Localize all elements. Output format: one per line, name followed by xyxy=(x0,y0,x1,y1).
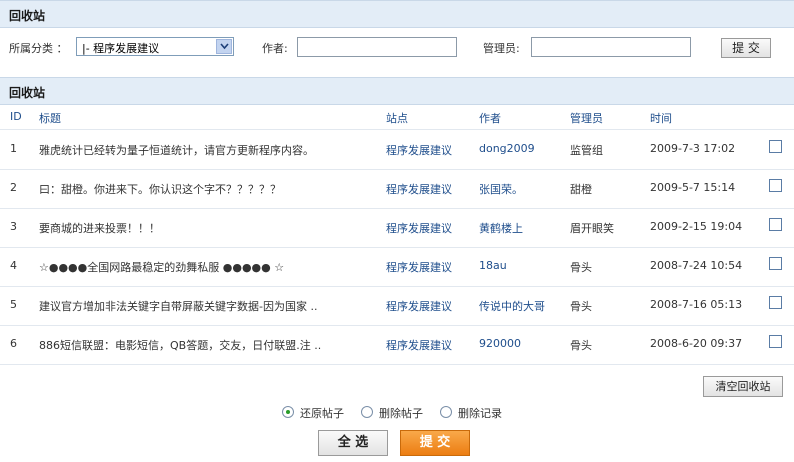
radio-selected-dot xyxy=(286,410,290,414)
row-author-link[interactable]: 传说中的大哥 xyxy=(479,298,545,314)
row-id: 2 xyxy=(10,181,17,194)
header-id: ID xyxy=(10,110,22,123)
radio-restore-label[interactable]: 还原帖子 xyxy=(300,405,344,421)
table-row: 6 886短信联盟：电影短信，QB答题，交友，日付联盟.注 .. 程序发展建议 … xyxy=(0,325,794,365)
filter-form: 所属分类 ： |- 程序发展建议 作者: 管理员: 提 交 xyxy=(0,27,794,71)
row-author-link[interactable]: 18au xyxy=(479,259,507,272)
row-time: 2008-6-20 09:37 xyxy=(650,337,743,350)
table-row: 1 雅虎统计已经转为量子恒道统计，请官方更新程序内容。 程序发展建议 dong2… xyxy=(0,130,794,170)
radio-delete-record[interactable] xyxy=(440,406,452,418)
row-title[interactable]: 曰：甜橙。你进来下。你认识这个字不？？？？？ xyxy=(39,181,281,197)
radio-restore[interactable] xyxy=(282,406,294,418)
section-title-top: 回收站 xyxy=(9,9,46,23)
row-admin: 骨头 xyxy=(570,261,592,274)
row-checkbox[interactable] xyxy=(769,335,782,348)
row-time: 2009-2-15 19:04 xyxy=(650,220,743,233)
section-bar-top: 回收站 xyxy=(0,0,794,28)
row-id: 4 xyxy=(10,259,17,272)
row-title[interactable]: 要商城的进来投票！！！ xyxy=(39,220,160,236)
table-row: 5 建议官方增加非法关键字自带屏蔽关键字数据-因为国家 .. 程序发展建议 传说… xyxy=(0,286,794,326)
row-site-link[interactable]: 程序发展建议 xyxy=(386,298,452,314)
author-label: 作者: xyxy=(262,42,288,55)
row-id: 1 xyxy=(10,142,17,155)
row-checkbox[interactable] xyxy=(769,257,782,270)
row-checkbox[interactable] xyxy=(769,140,782,153)
row-id: 3 xyxy=(10,220,17,233)
chevron-down-icon[interactable] xyxy=(216,39,232,54)
select-all-button[interactable]: 全 选 xyxy=(318,430,388,456)
author-input[interactable] xyxy=(297,37,457,57)
row-time: 2008-7-16 05:13 xyxy=(650,298,743,311)
submit-button[interactable]: 提 交 xyxy=(400,430,470,456)
row-author-link[interactable]: dong2009 xyxy=(479,142,535,155)
table-row: 2 曰：甜橙。你进来下。你认识这个字不？？？？？ 程序发展建议 张国荣。 甜橙 … xyxy=(0,169,794,209)
radio-delete-post[interactable] xyxy=(361,406,373,418)
row-title[interactable]: ☆●●●●全国网路最稳定的劲舞私服 ●●●●● ☆ xyxy=(39,259,284,275)
row-site-link[interactable]: 程序发展建议 xyxy=(386,337,452,353)
radio-delete-record-label[interactable]: 删除记录 xyxy=(458,405,502,421)
row-title[interactable]: 雅虎统计已经转为量子恒道统计，请官方更新程序内容。 xyxy=(39,142,314,158)
clear-recycle-bin-button[interactable]: 清空回收站 xyxy=(703,376,783,397)
row-id: 5 xyxy=(10,298,17,311)
section-title-list: 回收站 xyxy=(9,86,46,100)
row-author-link[interactable]: 张国荣。 xyxy=(479,181,523,197)
row-checkbox[interactable] xyxy=(769,296,782,309)
row-admin: 监管组 xyxy=(570,144,603,157)
row-site-link[interactable]: 程序发展建议 xyxy=(386,259,452,275)
filter-submit-button[interactable]: 提 交 xyxy=(721,38,771,58)
row-checkbox[interactable] xyxy=(769,218,782,231)
row-time: 2009-7-3 17:02 xyxy=(650,142,736,155)
row-author-link[interactable]: 920000 xyxy=(479,337,521,350)
section-bar-list: 回收站 xyxy=(0,77,794,105)
row-id: 6 xyxy=(10,337,17,350)
row-admin: 眉开眼笑 xyxy=(570,222,614,235)
admin-input[interactable] xyxy=(531,37,691,57)
row-admin: 骨头 xyxy=(570,339,592,352)
header-admin: 管理员 xyxy=(570,112,603,125)
row-admin: 骨头 xyxy=(570,300,592,313)
category-label: 所属分类 ： xyxy=(9,42,68,55)
row-title[interactable]: 建议官方增加非法关键字自带屏蔽关键字数据-因为国家 .. xyxy=(39,298,317,314)
row-time: 2008-7-24 10:54 xyxy=(650,259,743,272)
row-site-link[interactable]: 程序发展建议 xyxy=(386,142,452,158)
row-checkbox[interactable] xyxy=(769,179,782,192)
radio-delete-post-label[interactable]: 删除帖子 xyxy=(379,405,423,421)
category-select-value: |- 程序发展建议 xyxy=(82,42,160,55)
table-row: 3 要商城的进来投票！！！ 程序发展建议 黄鹤楼上 眉开眼笑 2009-2-15… xyxy=(0,208,794,248)
row-time: 2009-5-7 15:14 xyxy=(650,181,736,194)
header-author: 作者 xyxy=(479,112,501,125)
row-site-link[interactable]: 程序发展建议 xyxy=(386,181,452,197)
row-title[interactable]: 886短信联盟：电影短信，QB答题，交友，日付联盟.注 .. xyxy=(39,337,321,353)
row-author-link[interactable]: 黄鹤楼上 xyxy=(479,220,523,236)
table-row: 4 ☆●●●●全国网路最稳定的劲舞私服 ●●●●● ☆ 程序发展建议 18au … xyxy=(0,247,794,287)
admin-label: 管理员: xyxy=(483,42,520,55)
header-time: 时间 xyxy=(650,112,672,125)
row-site-link[interactable]: 程序发展建议 xyxy=(386,220,452,236)
row-admin: 甜橙 xyxy=(570,183,592,196)
header-site: 站点 xyxy=(386,112,408,125)
header-title: 标题 xyxy=(39,112,61,125)
category-select[interactable]: |- 程序发展建议 xyxy=(76,37,234,56)
